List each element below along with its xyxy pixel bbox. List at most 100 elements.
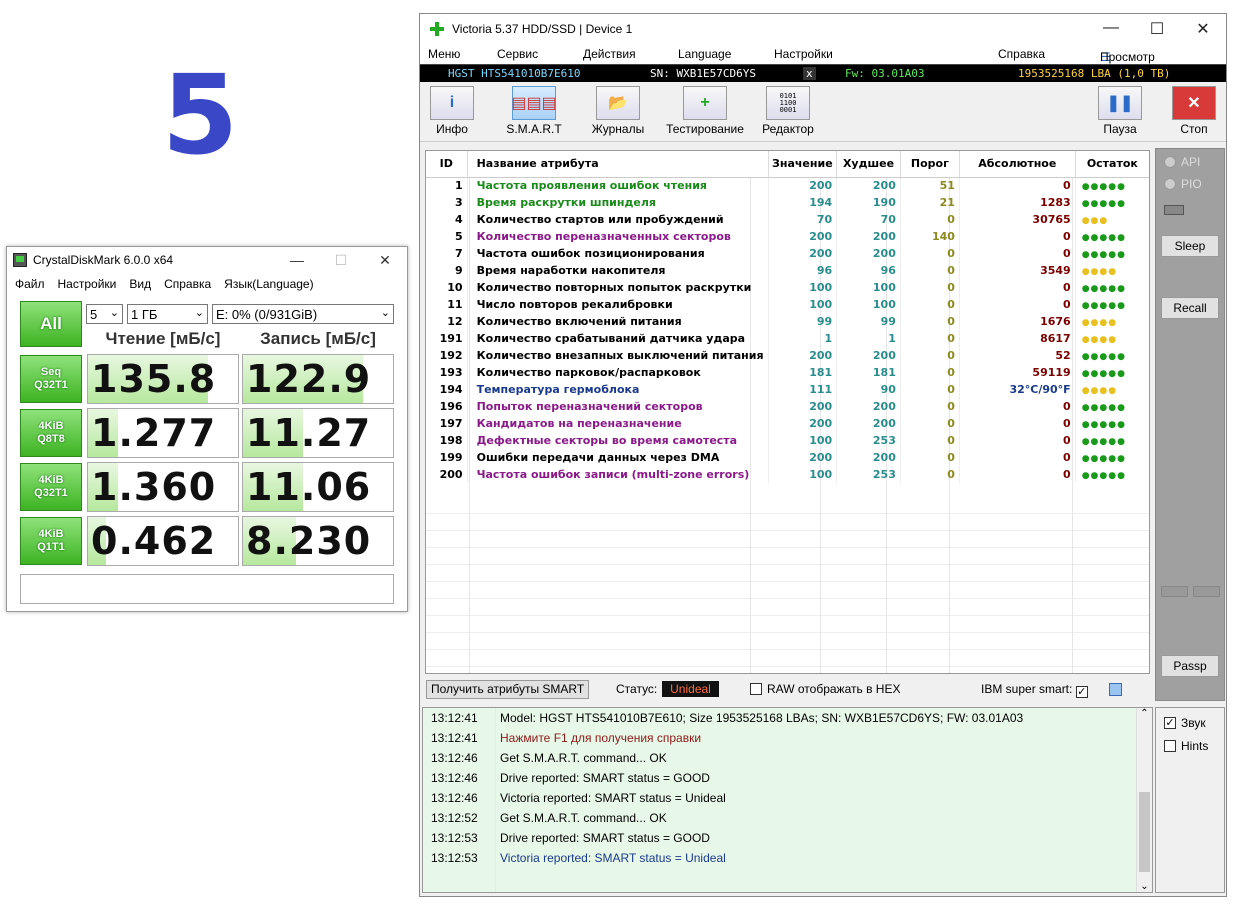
log-time: 13:12:53: [431, 851, 478, 865]
attr-name: Ошибки передачи данных через DMA: [467, 449, 769, 466]
table-row[interactable]: 12 Количество включений питания 99 99 0 1676 ●…: [426, 313, 1149, 330]
menu-help[interactable]: Справка: [998, 47, 1045, 61]
victoria-title: Victoria 5.37 HDD/SSD | Device 1: [452, 22, 633, 36]
attr-threshold: 0: [900, 211, 960, 228]
tool-editor[interactable]: 0101 1100 0001 Редактор: [758, 86, 818, 136]
serial-copy-x[interactable]: x: [803, 67, 816, 80]
attr-id: 1: [426, 177, 468, 194]
attr-name: Число повторов рекалибровки: [467, 296, 769, 313]
table-row[interactable]: 1 Частота проявления ошибок чтения 200 200 5…: [426, 177, 1149, 194]
col-id[interactable]: ID: [426, 151, 468, 178]
log-entry: 13:12:46 Get S.M.A.R.T. command... OK: [423, 748, 1152, 768]
table-row[interactable]: 4 Количество стартов или пробуждений 70 70 0…: [426, 211, 1149, 228]
comment-field[interactable]: [20, 574, 394, 604]
table-row[interactable]: 193 Количество парковок/распарковок 181 181…: [426, 364, 1149, 381]
menu-menu[interactable]: Меню: [428, 47, 460, 61]
victoria-menubar: Меню Сервис Действия Language Настройки …: [420, 44, 1226, 78]
table-row[interactable]: 196 Попыток переназначений секторов 200 200…: [426, 398, 1149, 415]
attr-threshold: 0: [900, 432, 960, 449]
status-badge: Unideal: [662, 681, 719, 697]
small-button-right[interactable]: [1193, 586, 1220, 597]
minimize-icon[interactable]: —: [1088, 19, 1134, 39]
table-row[interactable]: 7 Частота ошибок позиционирования 200 200 0 0…: [426, 245, 1149, 262]
count-select[interactable]: 5 ⌄: [86, 304, 123, 324]
tool-test-label: Тестирование: [666, 122, 744, 136]
col-worst[interactable]: Худшее: [836, 151, 901, 178]
size-select[interactable]: 1 ГБ ⌄: [127, 304, 208, 324]
table-row[interactable]: 191 Количество срабатываний датчика удара…: [426, 330, 1149, 347]
menu-settings[interactable]: Настройки: [774, 47, 833, 61]
passp-button[interactable]: Passp: [1161, 655, 1219, 677]
col-absolute[interactable]: Абсолютное: [959, 151, 1076, 178]
attr-value: 200: [768, 347, 838, 364]
attr-value: 200: [768, 415, 838, 432]
table-row[interactable]: 197 Кандидатов на переназначение 200 200 0 0 ●…: [426, 415, 1149, 432]
test-button-2[interactable]: 4KiB Q32T1: [20, 463, 82, 511]
attr-name: Температура гермоблока: [467, 381, 769, 398]
tool-smart[interactable]: ▤▤▤ S.M.A.R.T: [504, 86, 564, 136]
drive-select[interactable]: E: 0% (0/931GiB) ⌄: [212, 304, 394, 324]
menu-language[interactable]: Language: [678, 47, 731, 61]
test-button-0[interactable]: Seq Q32T1: [20, 355, 82, 403]
log-scrollbar[interactable]: ⌃ ⌄: [1136, 708, 1152, 892]
ibm-super-smart[interactable]: IBM super smart: ✓: [981, 682, 1093, 698]
menu-actions[interactable]: Действия: [583, 47, 636, 61]
table-row[interactable]: 9 Время наработки накопителя 96 96 0 3549 ●●●●: [426, 262, 1149, 279]
tool-test[interactable]: + Тестирование: [663, 86, 747, 136]
attr-remaining: ●●●●●: [1075, 364, 1149, 381]
attr-value: 200: [768, 245, 838, 262]
scroll-thumb[interactable]: [1139, 792, 1150, 872]
test-button-1[interactable]: 4KiB Q8T8: [20, 409, 82, 457]
table-row[interactable]: 3 Время раскрутки шпинделя 194 190 21 1283 ●●●…: [426, 194, 1149, 211]
pio-radio[interactable]: PIO: [1164, 177, 1202, 191]
raw-hex-checkbox[interactable]: RAW отображать в HEX: [750, 682, 900, 696]
hints-checkbox[interactable]: Hints: [1164, 739, 1208, 753]
attr-remaining: ●●●●●: [1075, 466, 1149, 483]
read-result: 1.360: [87, 462, 239, 512]
col-name[interactable]: Название атрибута: [467, 151, 769, 178]
tool-logs[interactable]: 📂 Журналы: [588, 86, 648, 136]
table-row[interactable]: 199 Ошибки передачи данных через DMA 200 20…: [426, 449, 1149, 466]
attr-value: 181: [768, 364, 838, 381]
scroll-up-icon[interactable]: ⌃: [1137, 708, 1152, 719]
tool-pause[interactable]: ❚❚ Пауза: [1096, 86, 1144, 136]
attr-name: Количество парковок/распарковок: [467, 364, 769, 381]
tool-stop[interactable]: ✕ Стоп: [1170, 86, 1218, 136]
table-row[interactable]: 10 Количество повторных попыток раскрутки…: [426, 279, 1149, 296]
table-row[interactable]: 192 Количество внезапных выключений питан…: [426, 347, 1149, 364]
close-icon[interactable]: ✕: [1180, 19, 1226, 39]
health-dots-good-icon: ●●●●●: [1081, 250, 1126, 260]
tool-info[interactable]: i Инфо: [428, 86, 476, 136]
test-button-3[interactable]: 4KiB Q1T1: [20, 517, 82, 565]
table-row[interactable]: 198 Дефектные секторы во время самотеста 1…: [426, 432, 1149, 449]
menu-service[interactable]: Сервис: [497, 47, 538, 61]
attr-id: 196: [426, 398, 468, 415]
size-value: 1 ГБ: [131, 306, 158, 322]
small-button-left[interactable]: [1161, 586, 1188, 597]
all-button[interactable]: All: [20, 301, 82, 347]
recall-button[interactable]: Recall: [1161, 297, 1219, 319]
col-remaining[interactable]: Остаток: [1075, 151, 1149, 178]
attr-worst: 181: [836, 364, 901, 381]
color-swatch[interactable]: [1109, 683, 1122, 696]
col-threshold[interactable]: Порог: [900, 151, 960, 178]
table-row[interactable]: 5 Количество переназначенных секторов 200 2…: [426, 228, 1149, 245]
health-dots-warn-icon: ●●●●: [1081, 386, 1118, 396]
sound-checkbox[interactable]: ✓ Звук: [1164, 716, 1206, 730]
api-radio[interactable]: API: [1164, 155, 1200, 169]
health-dots-good-icon: ●●●●●: [1081, 182, 1126, 193]
health-dots-good-icon: ●●●●●: [1081, 199, 1126, 209]
table-row[interactable]: 200 Частота ошибок записи (multi-zone err…: [426, 466, 1149, 483]
scroll-down-icon[interactable]: ⌄: [1137, 881, 1152, 892]
device-lba: 1953525168 LBA (1,0 TB): [1018, 67, 1171, 80]
write-result: 11.06: [242, 462, 394, 512]
table-row[interactable]: 11 Число повторов рекалибровки 100 100 0 0 ●●●…: [426, 296, 1149, 313]
get-smart-button[interactable]: Получить атрибуты SMART: [426, 680, 590, 699]
health-dots-good-icon: ●●●●●: [1081, 454, 1126, 464]
attr-worst: 100: [836, 279, 901, 296]
sleep-button[interactable]: Sleep: [1161, 235, 1219, 257]
maximize-icon[interactable]: ☐: [1134, 19, 1180, 39]
folder-icon: 📂: [596, 86, 640, 120]
col-value[interactable]: Значение: [768, 151, 838, 178]
table-row[interactable]: 194 Температура гермоблока 111 90 0 32°C/90°F…: [426, 381, 1149, 398]
